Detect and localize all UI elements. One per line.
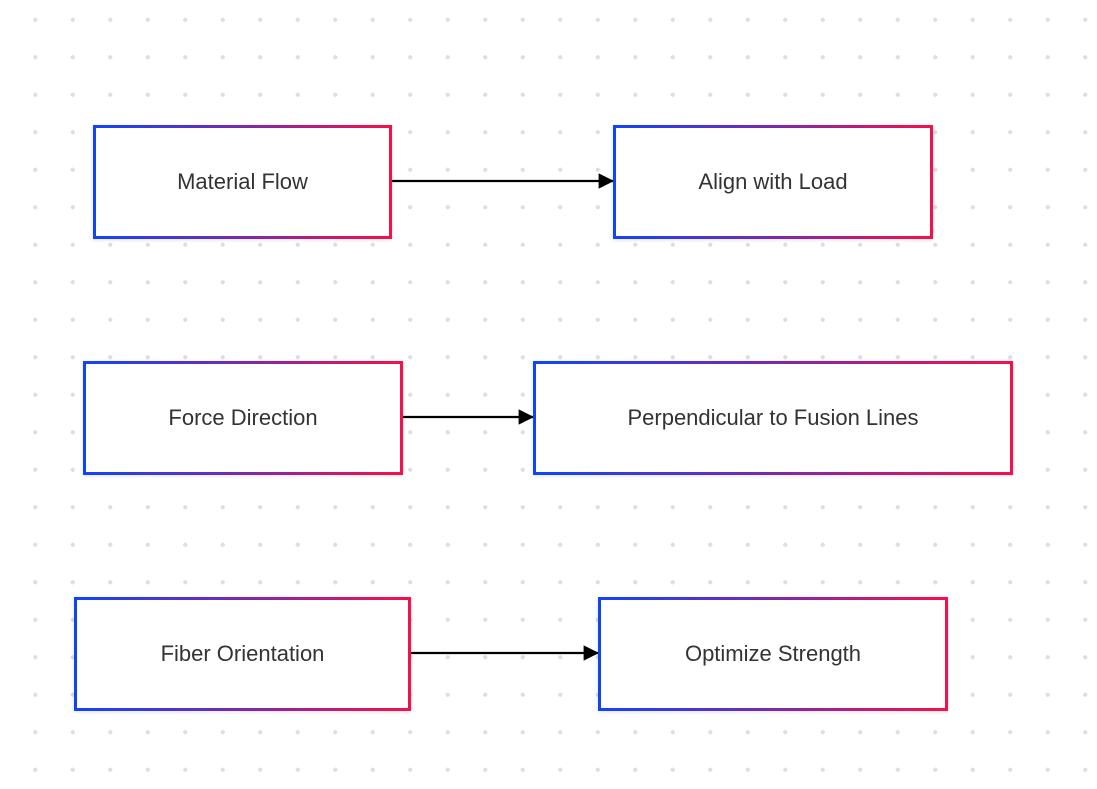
node-label: Align with Load <box>698 169 848 194</box>
node-label: Material Flow <box>177 169 308 194</box>
node-fiber-orientation[interactable]: Fiber Orientation <box>74 597 411 711</box>
node-label: Optimize Strength <box>684 641 862 666</box>
node-label: Perpendicular to Fusion Lines <box>627 405 919 430</box>
node-material-flow[interactable]: Material Flow <box>93 125 392 239</box>
node-label: Force Direction <box>168 405 318 430</box>
node-optimize-strength[interactable]: Optimize Strength <box>598 597 948 711</box>
node-force-direction[interactable]: Force Direction <box>83 361 403 475</box>
node-align-with-load[interactable]: Align with Load <box>613 125 933 239</box>
node-perpendicular-to-fusion-lines[interactable]: Perpendicular to Fusion Lines <box>533 361 1013 475</box>
node-label: Fiber Orientation <box>160 641 325 666</box>
